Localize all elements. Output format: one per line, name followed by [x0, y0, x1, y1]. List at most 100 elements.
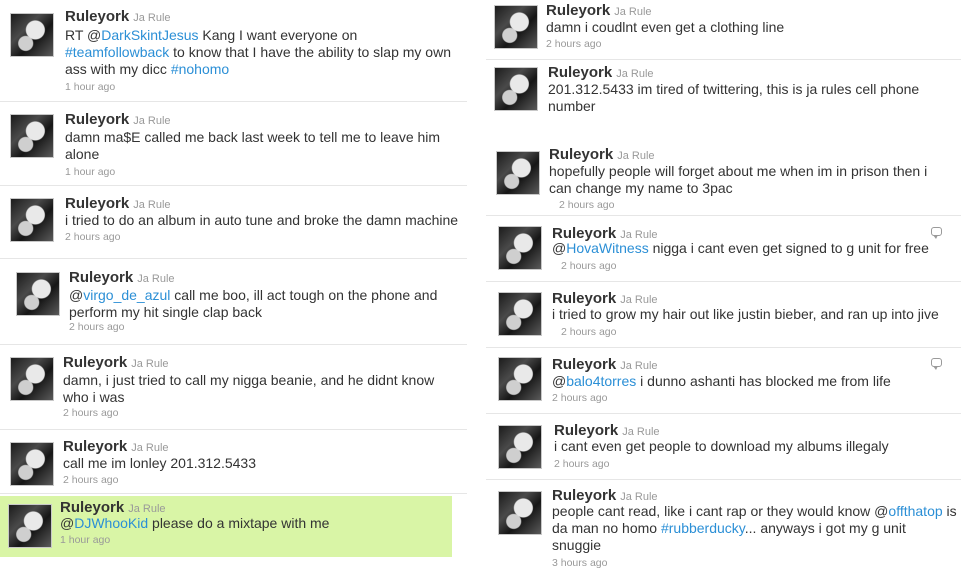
tweet-text: damn ma$E called me back last week to te… [65, 129, 460, 163]
username[interactable]: Ruleyork [65, 111, 129, 128]
tweet-link[interactable]: DJWhooKid [74, 515, 148, 531]
timestamp[interactable]: 1 hour ago [65, 166, 115, 178]
real-name: Ja Rule [133, 12, 171, 24]
username[interactable]: Ruleyork [63, 438, 127, 455]
tweet-text-segment: call me im lonley 201.312.5433 [63, 455, 257, 471]
username[interactable]: Ruleyork [549, 146, 613, 163]
timestamp[interactable]: 2 hours ago [554, 458, 609, 470]
tweet: Ruleyork Ja Rule people cant read, like i… [486, 480, 961, 577]
tweet-text: @virgo_de_azul call me boo, ill act toug… [69, 287, 459, 321]
tweet: Ruleyork Ja Rule RT @DarkSkintJesus Kang … [0, 0, 467, 102]
tweet-link[interactable]: DarkSkintJesus [101, 27, 198, 43]
tweet-link[interactable]: #nohomo [171, 61, 229, 77]
tweet-link[interactable]: virgo_de_azul [83, 287, 170, 303]
timestamp[interactable]: 2 hours ago [65, 231, 120, 243]
tweet-text: damn, i just tried to call my nigga bean… [63, 372, 458, 406]
username[interactable]: Ruleyork [65, 8, 129, 25]
username[interactable]: Ruleyork [546, 2, 610, 19]
real-name: Ja Rule [620, 491, 658, 503]
tweet-link[interactable]: #teamfollowback [65, 44, 169, 60]
avatar[interactable] [498, 226, 542, 270]
timestamp[interactable]: 1 hour ago [65, 81, 115, 93]
timestamp[interactable]: 2 hours ago [546, 38, 601, 50]
tweet-text-segment: @ [69, 287, 84, 303]
tweet: Ruleyork Ja Rule @HovaWitness nigga i can… [486, 216, 961, 282]
avatar[interactable] [10, 357, 54, 401]
username[interactable]: Ruleyork [552, 487, 616, 504]
reply-icon[interactable] [931, 358, 942, 370]
tweet-header: Ruleyork Ja Rule [69, 269, 175, 287]
tweet-link[interactable]: HovaWitness [566, 240, 648, 256]
avatar[interactable] [498, 357, 542, 401]
tweet-text-segment: Kang I want everyone on [198, 27, 358, 43]
real-name: Ja Rule [616, 68, 654, 80]
tweet: Ruleyork Ja Rule @virgo_de_azul call me b… [0, 259, 467, 345]
tweet-text-segment: i cant even get people to download my al… [554, 438, 889, 454]
real-name: Ja Rule [137, 273, 175, 285]
tweet: Ruleyork Ja Rule i cant even get people t… [486, 414, 961, 480]
tweet-link[interactable]: balo4torres [566, 373, 636, 389]
tweet-text: @DJWhooKid please do a mixtape with me [60, 515, 440, 532]
avatar[interactable] [10, 442, 54, 486]
real-name: Ja Rule [622, 426, 660, 438]
tweet-text: i cant even get people to download my al… [554, 438, 954, 455]
tweet: Ruleyork Ja Rule call me im lonley 201.31… [0, 430, 467, 494]
avatar[interactable] [10, 13, 54, 57]
real-name: Ja Rule [620, 360, 658, 372]
username[interactable]: Ruleyork [65, 195, 129, 212]
username[interactable]: Ruleyork [60, 499, 124, 516]
tweet-text-segment: damn, i just tried to call my nigga bean… [63, 372, 435, 405]
timestamp[interactable]: 2 hours ago [561, 326, 616, 338]
timestamp[interactable]: 2 hours ago [552, 392, 607, 404]
username[interactable]: Ruleyork [69, 269, 133, 286]
tweet: Ruleyork Ja Rule 201.312.5433 im tired of… [486, 60, 961, 142]
tweet: Ruleyork Ja Rule i tried to do an album i… [0, 186, 467, 259]
timestamp[interactable]: 2 hours ago [63, 407, 118, 419]
avatar[interactable] [10, 114, 54, 158]
tweet-text-segment: people cant read, like i cant rap or the… [552, 503, 889, 519]
username[interactable]: Ruleyork [548, 64, 612, 81]
avatar[interactable] [16, 272, 60, 316]
timestamp[interactable]: 2 hours ago [561, 260, 616, 272]
username[interactable]: Ruleyork [552, 290, 616, 307]
tweet-text-segment: 201.312.5433 im tired of twittering, thi… [548, 81, 920, 114]
real-name: Ja Rule [128, 503, 166, 515]
timestamp[interactable]: 2 hours ago [63, 474, 118, 486]
tweet-header: Ruleyork Ja Rule [552, 356, 658, 374]
tweet-text: hopefully people will forget about me wh… [549, 163, 944, 197]
tweet-text: 201.312.5433 im tired of twittering, thi… [548, 81, 943, 115]
tweet-link[interactable]: offthatop [888, 503, 942, 519]
avatar[interactable] [10, 198, 54, 242]
avatar[interactable] [494, 5, 538, 49]
avatar[interactable] [494, 67, 538, 111]
username[interactable]: Ruleyork [554, 422, 618, 439]
avatar[interactable] [498, 292, 542, 336]
tweet-text-segment: @ [60, 515, 75, 531]
tweet-text: i tried to grow my hair out like justin … [552, 306, 957, 323]
avatar[interactable] [496, 151, 540, 195]
timestamp[interactable]: 1 hour ago [60, 534, 110, 546]
timestamp[interactable]: 3 hours ago [552, 557, 607, 569]
avatar[interactable] [8, 504, 52, 548]
tweet-text-segment: hopefully people will forget about me wh… [549, 163, 928, 196]
avatar[interactable] [498, 491, 542, 535]
timestamp[interactable]: 2 hours ago [69, 321, 124, 333]
tweet-text: call me im lonley 201.312.5433 [63, 455, 458, 472]
tweet-text: people cant read, like i cant rap or the… [552, 503, 957, 554]
tweet-header: Ruleyork Ja Rule [63, 438, 169, 456]
tweet: Ruleyork Ja Rule i tried to grow my hair … [486, 282, 961, 348]
tweet-header: Ruleyork Ja Rule [546, 2, 652, 20]
username[interactable]: Ruleyork [552, 356, 616, 373]
real-name: Ja Rule [133, 115, 171, 127]
real-name: Ja Rule [617, 150, 655, 162]
tweet-link[interactable]: #rubberducky [661, 520, 745, 536]
real-name: Ja Rule [133, 199, 171, 211]
username[interactable]: Ruleyork [63, 354, 127, 371]
avatar[interactable] [498, 425, 542, 469]
reply-icon[interactable] [931, 227, 942, 239]
tweet-text: i tried to do an album in auto tune and … [65, 212, 467, 229]
tweet-header: Ruleyork Ja Rule [549, 146, 655, 164]
tweet-header: Ruleyork Ja Rule [548, 64, 654, 82]
timestamp[interactable]: 2 hours ago [559, 199, 614, 211]
real-name: Ja Rule [614, 6, 652, 18]
